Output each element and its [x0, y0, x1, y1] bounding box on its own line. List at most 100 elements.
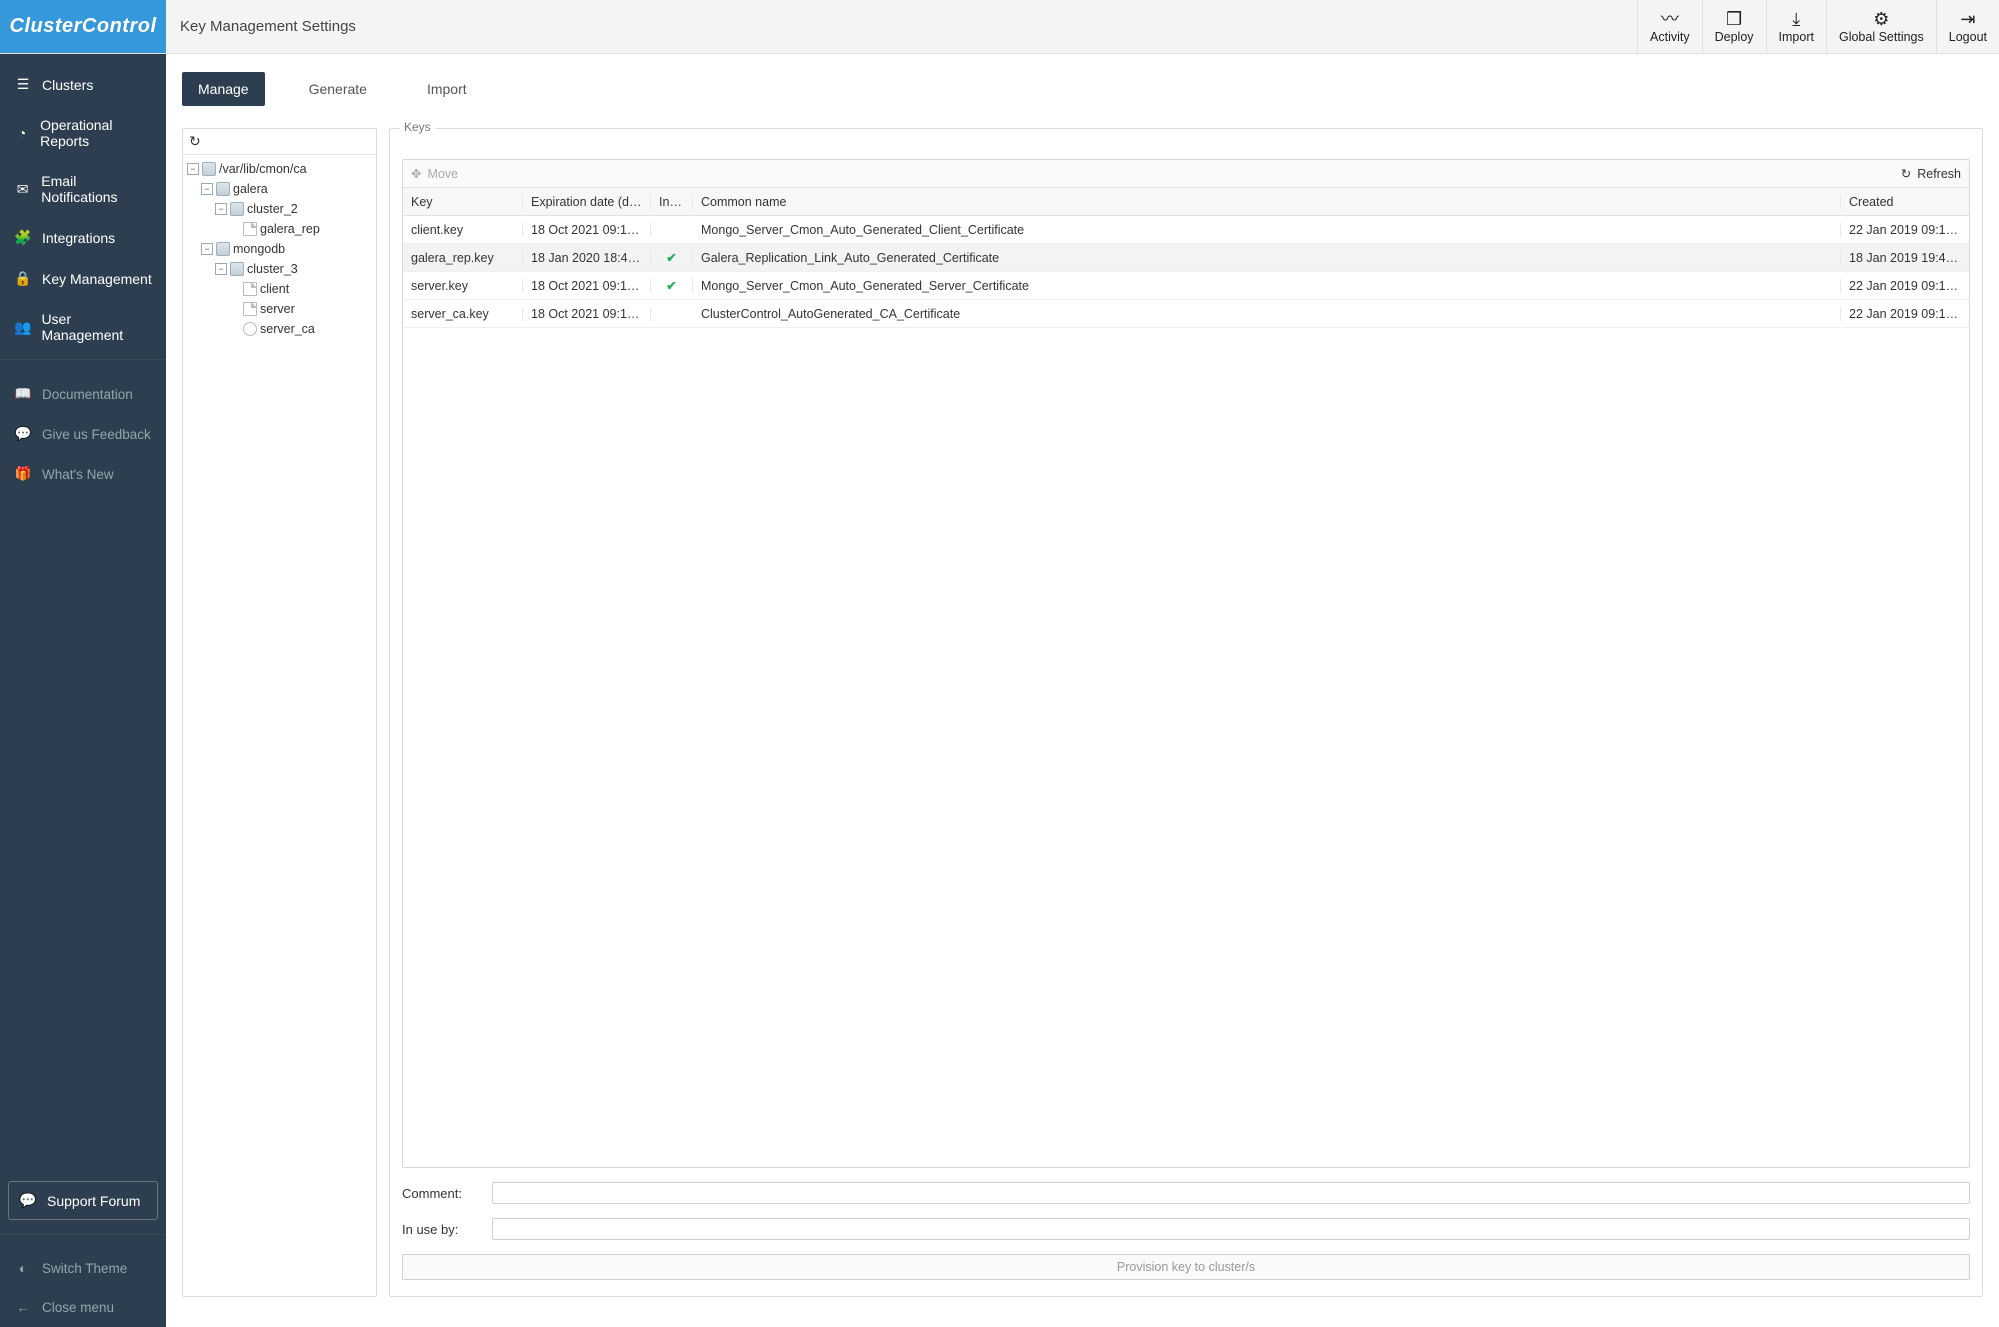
tree-label: galera_rep — [260, 222, 320, 236]
cell-cn: ClusterControl_AutoGenerated_CA_Certific… — [693, 307, 1841, 321]
tree[interactable]: −/var/lib/cmon/ca −galera −cluster_2 gal… — [183, 155, 376, 349]
inuse-row: In use by: — [402, 1218, 1970, 1240]
collapse-icon[interactable]: − — [187, 163, 199, 175]
sidebar-item-close-menu[interactable]: ← Close menu — [0, 1288, 166, 1327]
col-cn[interactable]: Common name — [693, 195, 1841, 209]
switch-theme-icon: ◐ — [14, 1261, 32, 1276]
logout-label: Logout — [1949, 30, 1987, 44]
sidebar-item-label: Documentation — [42, 387, 133, 402]
key-management-icon: 🔒 — [14, 270, 32, 287]
move-button: ✥ Move — [411, 166, 458, 181]
cell-key: server.key — [403, 279, 523, 293]
sidebar-item-label: Email Notifications — [41, 173, 152, 205]
collapse-icon[interactable]: − — [215, 203, 227, 215]
cell-cn: Mongo_Server_Cmon_Auto_Generated_Client_… — [693, 223, 1841, 237]
sidebar-item-label: Clusters — [42, 77, 93, 93]
grid-body: client.key 18 Oct 2021 09:18:49 Mongo_Serv… — [403, 216, 1969, 1167]
tree-node-cluster2[interactable]: −cluster_2 — [185, 199, 374, 219]
table-row[interactable]: galera_rep.key18 Jan 2020 18:46:42✔Galer… — [403, 244, 1969, 272]
tab-generate[interactable]: Generate — [293, 72, 383, 106]
db-icon — [216, 182, 230, 196]
sidebar-item-label: Close menu — [42, 1300, 114, 1315]
collapse-icon[interactable]: − — [201, 183, 213, 195]
tab-manage[interactable]: Manage — [182, 72, 265, 106]
tree-node-galera-rep[interactable]: galera_rep — [185, 219, 374, 239]
sidebar-item-integrations[interactable]: 🧩Integrations — [0, 217, 166, 258]
db-icon — [216, 242, 230, 256]
move-label: Move — [427, 167, 458, 181]
sidebar-item-user-management[interactable]: 👥User Management — [0, 299, 166, 355]
sidebar-item-documentation[interactable]: 📖Documentation — [0, 374, 166, 414]
col-exp[interactable]: Expiration date (days) — [523, 195, 651, 209]
tree-node-server[interactable]: server — [185, 299, 374, 319]
keys-grid: ✥ Move ↻ Refresh Key Expiration date (da… — [402, 159, 1970, 1168]
sidebar-item-label: Key Management — [42, 271, 152, 287]
sidebar-item-label: Operational Reports — [40, 117, 152, 149]
sidebar-secondary: 📖Documentation💬Give us Feedback🎁What's N… — [0, 364, 166, 494]
logo[interactable]: ClusterControl — [0, 0, 166, 53]
sidebar-item-label: What's New — [42, 467, 114, 482]
global-settings-button[interactable]: ⚙ Global Settings — [1826, 0, 1936, 53]
cell-created: 22 Jan 2019 09:18:49 — [1841, 279, 1969, 293]
table-row[interactable]: client.key18 Oct 2021 09:18:49Mongo_Serv… — [403, 216, 1969, 244]
import-button[interactable]: ⤓ Import — [1766, 0, 1826, 53]
db-icon — [230, 202, 244, 216]
tree-node-client[interactable]: client — [185, 279, 374, 299]
col-inuse[interactable]: In Use — [651, 195, 693, 209]
cell-created: 22 Jan 2019 09:18:49 — [1841, 223, 1969, 237]
logout-icon: ⇥ — [1960, 10, 1975, 28]
collapse-icon[interactable]: − — [215, 263, 227, 275]
sidebar-item-label: Switch Theme — [42, 1261, 127, 1276]
inuse-input[interactable] — [492, 1218, 1970, 1240]
sidebar-item-clusters[interactable]: ☰Clusters — [0, 64, 166, 105]
import-label: Import — [1779, 30, 1814, 44]
support-forum-button[interactable]: 💬 Support Forum — [8, 1181, 158, 1220]
table-row[interactable]: server.key18 Oct 2021 09:18:49✔Mongo_Ser… — [403, 272, 1969, 300]
tree-refresh-button[interactable]: ↻ — [189, 133, 201, 150]
page-title: Key Management Settings — [166, 0, 1637, 53]
tree-label: galera — [233, 182, 268, 196]
logout-button[interactable]: ⇥ Logout — [1936, 0, 1999, 53]
tree-node-galera[interactable]: − galera — [185, 179, 374, 199]
tree-label: client — [260, 282, 289, 296]
integrations-icon: 🧩 — [14, 229, 32, 246]
file-icon — [243, 222, 257, 236]
tree-node-root[interactable]: −/var/lib/cmon/ca — [185, 159, 374, 179]
tree-toolbar: ↻ — [183, 129, 376, 155]
activity-icon: 〰 — [1661, 10, 1679, 28]
provision-button[interactable]: Provision key to cluster/s — [402, 1254, 1970, 1280]
cell-key: client.key — [403, 223, 523, 237]
sidebar-item-operational-reports[interactable]: ◔Operational Reports — [0, 105, 166, 161]
col-created[interactable]: Created — [1841, 195, 1969, 209]
sidebar-item-switch-theme[interactable]: ◐ Switch Theme — [0, 1249, 166, 1288]
tab-import[interactable]: Import — [411, 72, 483, 106]
file-icon — [243, 302, 257, 316]
main: ☰Clusters◔Operational Reports✉Email Noti… — [0, 54, 1999, 1327]
table-row[interactable]: server_ca.key18 Oct 2021 09:18:49Cluster… — [403, 300, 1969, 328]
import-icon: ⤓ — [1792, 10, 1800, 28]
tree-node-cluster3[interactable]: − cluster_3 — [185, 259, 374, 279]
cell-exp: 18 Oct 2021 09:18:49 — [523, 307, 651, 321]
col-key[interactable]: Key — [403, 195, 523, 209]
activity-button[interactable]: 〰 Activity — [1637, 0, 1702, 53]
keys-fieldset: Keys ✥ Move ↻ Refresh Key — [389, 128, 1983, 1297]
tree-node-server-ca[interactable]: server_ca — [185, 319, 374, 339]
inuse-label: In use by: — [402, 1222, 474, 1237]
tree-node-mongodb[interactable]: −mongodb — [185, 239, 374, 259]
sidebar-item-email-notifications[interactable]: ✉Email Notifications — [0, 161, 166, 217]
sidebar-item-whats-new[interactable]: 🎁What's New — [0, 454, 166, 494]
deploy-button[interactable]: ❒ Deploy — [1702, 0, 1766, 53]
tabs: Manage Generate Import — [182, 72, 1983, 106]
tree-label: cluster_3 — [247, 262, 298, 276]
sidebar-item-label: User Management — [41, 311, 152, 343]
cell-cn: Galera_Replication_Link_Auto_Generated_C… — [693, 251, 1841, 265]
sidebar-item-feedback[interactable]: 💬Give us Feedback — [0, 414, 166, 454]
collapse-icon[interactable]: − — [201, 243, 213, 255]
refresh-button[interactable]: ↻ Refresh — [1901, 166, 1961, 181]
close-menu-icon: ← — [14, 1300, 32, 1315]
support-forum-label: Support Forum — [47, 1193, 140, 1209]
sidebar-item-key-management[interactable]: 🔒 Key Management — [0, 258, 166, 299]
sidebar-spacer — [0, 494, 166, 1171]
refresh-label: Refresh — [1917, 167, 1961, 181]
comment-input[interactable] — [492, 1182, 1970, 1204]
